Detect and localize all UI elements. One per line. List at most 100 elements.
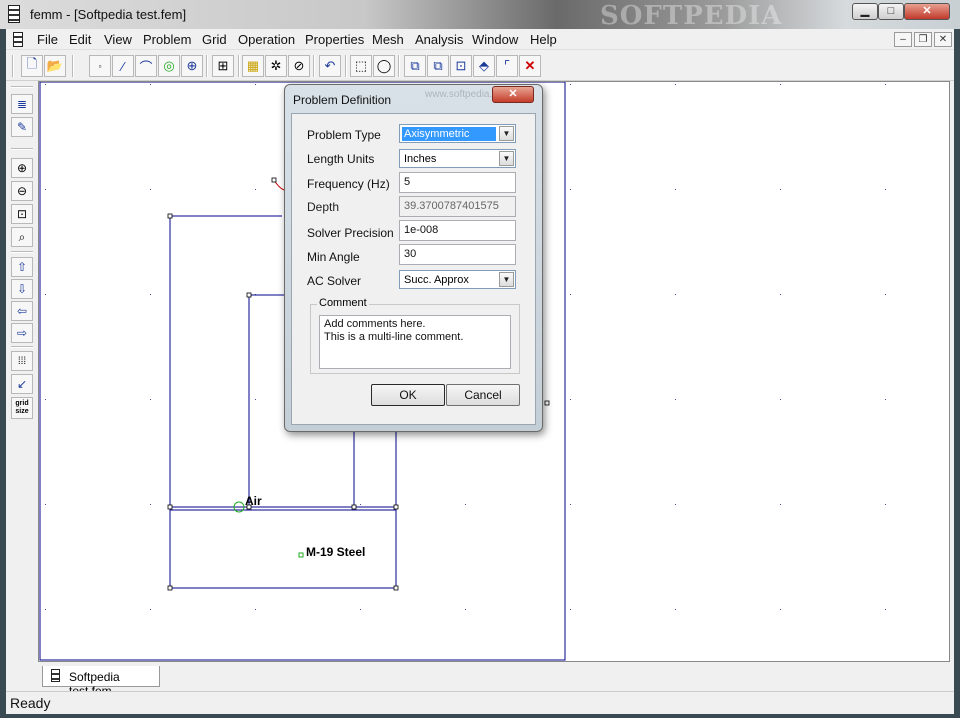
menu-problem[interactable]: Problem [143,32,191,47]
grid-dot [150,399,151,400]
show-grid-icon[interactable]: ⁞⁞⁞ [11,351,33,371]
grid-dot [255,84,256,85]
segment-icon[interactable]: ⁄ [112,55,134,77]
grid-size-button[interactable]: grid size [11,397,33,419]
edit-list-icon[interactable]: ✎ [11,117,33,137]
grid-dot [150,504,151,505]
menu-grid[interactable]: Grid [202,32,227,47]
copy-icon[interactable]: ⧉ [404,55,426,77]
pan-up-icon[interactable]: ⇧ [11,257,33,277]
chevron-down-icon[interactable]: ▼ [499,272,514,287]
comment-line: This is a multi-line comment. [324,331,464,343]
maximize-button[interactable]: □ [878,3,904,20]
materials-icon[interactable]: ▦ [242,55,264,77]
grid-dot [150,189,151,190]
grid-dot [465,504,466,505]
length-units-value: Inches [404,153,437,165]
document-tab-icon [51,669,60,682]
close-button[interactable]: ✕ [904,3,950,20]
min-angle-input[interactable]: 30 [399,244,516,265]
fillet-icon[interactable]: ⌜ [496,55,518,77]
mesh-icon[interactable]: ✲ [265,55,287,77]
select-rectangle-icon[interactable]: ⬚ [350,55,372,77]
grid-dot [885,294,886,295]
ac-solver-value: Succ. Approx [404,274,469,286]
pan-left-icon[interactable]: ⇦ [11,301,33,321]
open-folder-icon[interactable]: 📂 [44,55,66,77]
new-file-icon[interactable]: 🗋 [21,55,43,77]
grid-dot [780,399,781,400]
pan-right-icon[interactable]: ⇨ [11,323,33,343]
mdi-close-button[interactable]: ✕ [934,32,952,47]
comment-textarea[interactable]: Add comments here. This is a multi-line … [319,315,511,369]
menu-edit[interactable]: Edit [69,32,91,47]
problem-type-select[interactable]: Axisymmetric ▼ [399,124,516,143]
grid-dot [255,609,256,610]
cancel-button[interactable]: Cancel [446,384,520,406]
comment-line: Add comments here. [324,318,426,330]
toolbar-grip [12,55,14,77]
menu-view[interactable]: View [104,32,132,47]
zoom-in-icon[interactable]: ⊕ [11,158,33,178]
mdi-minimize-button[interactable]: – [894,32,912,47]
document-menu-icon[interactable] [13,32,23,47]
grid-dot [780,609,781,610]
menu-properties[interactable]: Properties [305,32,364,47]
properties-icon[interactable]: ⊞ [212,55,234,77]
menu-mesh[interactable]: Mesh [372,32,404,47]
solver-precision-input[interactable]: 1e-008 [399,220,516,241]
window-title: femm - [Softpedia test.fem] [30,7,187,22]
grid-dot [570,84,571,85]
menu-file[interactable]: File [37,32,58,47]
pan-down-icon[interactable]: ⇩ [11,279,33,299]
grid-dot [150,294,151,295]
menu-help[interactable]: Help [530,32,557,47]
document-tab-bar: Softpedia test.fem [38,664,950,698]
document-tab[interactable]: Softpedia test.fem [42,666,160,698]
menu-window[interactable]: Window [472,32,518,47]
grid-dot [465,609,466,610]
block-segment [248,294,287,507]
node-icon[interactable]: ▫ [89,55,111,77]
move-icon[interactable]: ⧉ [427,55,449,77]
grid-dot [885,399,886,400]
grid-dot [45,609,46,610]
analyze-icon[interactable]: ⊘ [288,55,310,77]
block-label-icon[interactable]: ◎ [158,55,180,77]
minimize-button[interactable]: ▁ [852,3,878,20]
select-circle-icon[interactable]: ◯ [373,55,395,77]
ac-solver-select[interactable]: Succ. Approx ▼ [399,270,516,289]
node-marker [393,504,399,510]
menu-operation[interactable]: Operation [238,32,295,47]
node-marker [351,504,357,510]
main-toolbar: 🗋 📂 ▫ ⁄ ⌒ ◎ ⊕ ⊞ ▦ ✲ ⊘ ↶ ⬚ ◯ ⧉ ⧉ ⊡ ⬘ ⌜ ✕ [6,51,954,81]
ok-button[interactable]: OK [371,384,445,406]
chevron-down-icon[interactable]: ▼ [499,126,514,141]
mdi-restore-button[interactable]: ❐ [914,32,932,47]
zoom-natural-icon[interactable]: ⌕ [11,227,33,247]
snap-grid-icon[interactable]: ↙ [11,374,33,394]
block-label-steel[interactable]: M-19 Steel [306,545,365,559]
group-icon[interactable]: ⊕ [181,55,203,77]
grid-dot [885,504,886,505]
zoom-window-icon[interactable]: ⊡ [11,204,33,224]
frequency-input[interactable]: 5 [399,172,516,193]
dialog-close-button[interactable]: ✕ [492,86,534,103]
menu-analysis[interactable]: Analysis [415,32,463,47]
show-list-icon[interactable]: ≣ [11,94,33,114]
grid-dot [675,399,676,400]
mirror-icon[interactable]: ⬘ [473,55,495,77]
grid-dot [885,84,886,85]
block-label-air[interactable]: Air [245,494,262,508]
arc-icon[interactable]: ⌒ [135,55,157,77]
zoom-out-icon[interactable]: ⊖ [11,181,33,201]
undo-icon[interactable]: ↶ [319,55,341,77]
chevron-down-icon[interactable]: ▼ [499,151,514,166]
length-units-select[interactable]: Inches ▼ [399,149,516,168]
grid-dot [780,189,781,190]
scale-icon[interactable]: ⊡ [450,55,472,77]
delete-icon[interactable]: ✕ [519,55,541,77]
ac-solver-label: AC Solver [307,274,362,288]
node-marker [246,292,252,298]
femm-app-icon [8,5,20,23]
